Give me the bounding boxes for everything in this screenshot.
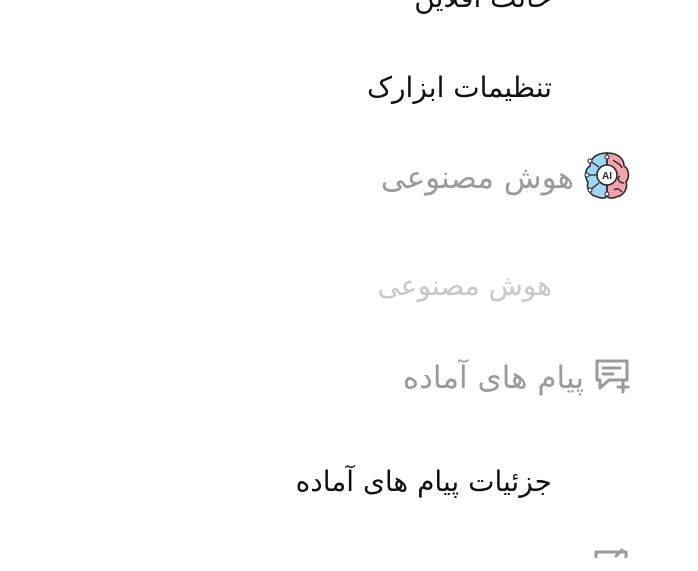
quick-messages-menu-item[interactable]: پیام های آماده	[403, 356, 632, 400]
ai-menu-item-label: هوش مصنوعی	[380, 159, 574, 196]
ai-disabled-label: هوش مصنوعی	[377, 269, 552, 302]
quick-messages-label: پیام های آماده	[402, 359, 584, 396]
settings-menu: حالت آفلاین تنظیمات ابزارک AI ه	[0, 0, 698, 558]
message-add-icon	[592, 356, 632, 400]
edit-icon	[592, 548, 632, 571]
next-menu-item[interactable]	[592, 548, 632, 571]
quick-messages-details-heading: جزئیات پیام های آماده	[295, 465, 552, 498]
ai-badge: AI	[602, 171, 612, 182]
toolbar-settings-heading: تنظیمات ابزارک	[366, 71, 552, 104]
offline-mode-heading: حالت آفلاین	[414, 0, 552, 12]
ai-menu-item[interactable]: AI هوش مصنوعی	[381, 150, 632, 206]
ai-brain-icon: AI	[582, 150, 632, 206]
